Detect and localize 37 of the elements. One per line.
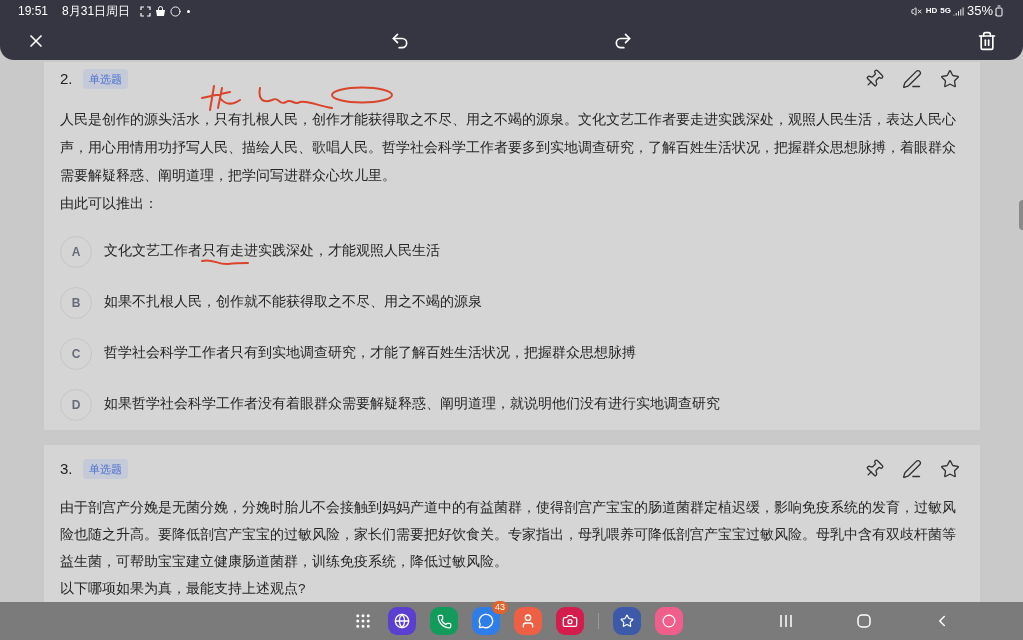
question-number: 3. [60,458,73,479]
game-app-icon[interactable] [613,607,641,635]
undo-button[interactable] [389,31,410,51]
recent-apps-icon[interactable] [779,614,793,628]
option-text: 如果不扎根人民，创作就不能获得取之不尽、用之不竭的源泉 [104,293,482,312]
browser-app-icon[interactable] [388,607,416,635]
battery-level: 35% [966,2,993,21]
camera-app-icon[interactable] [556,607,584,635]
question-prompt: 由此可以推出： [60,195,159,213]
status-date: 8月31日周日 [62,3,131,20]
question-stem: 人民是创作的源头活水，只有扎根人民，创作才能获得取之不尽、用之不竭的源泉。文化文艺工作者要走进实践深处，观照人民生活，表达人民心声，用心用情用功抒写人民、描绘人民、歌唱人民。哲学社会科学工作者要多到实地调查研究，了解百姓生活状况，把握群众思想脉搏，着眼群众需要解疑释惑、阐明道理，把学问写进群众心坎儿里。 [60,111,956,185]
redo-button[interactable] [613,31,634,51]
contacts-app-icon[interactable] [514,607,542,635]
scroll-handle[interactable] [1019,200,1023,230]
screenshot-icon [140,5,152,17]
signal-icon [952,5,964,17]
delete-button[interactable] [976,31,997,51]
phone-app-icon[interactable] [430,607,458,635]
question-type-tag: 单选题 [82,68,128,90]
handwriting-wavy-underline [200,258,250,266]
battery-icon [993,5,1005,17]
shopping-bag-icon [155,5,167,17]
hd-label: HD [925,5,938,17]
question-stem: 由于剖宫产分娩是无菌分娩，分娩时胎儿不会接触到妈妈产道中的有益菌群，使得剖宫产宝宝的肠道菌群定植迟缓，影响免疫系统的发育，过敏风险也随之升高。要降低剖宫产宝宝的过敏风险，家长们需要把好饮食关。专家指出，母乳喂养可降低剖宫产宝宝过敏风险。母乳中含有双歧杆菌等益生菌，可帮助宝宝建立健康肠道菌群，训练免疫系统，降低过敏风险。 [60,499,956,571]
question-type-tag: 单选题 [82,458,128,480]
home-icon[interactable] [857,614,871,628]
video-app-icon[interactable] [655,607,683,635]
question-number: 2. [60,68,73,89]
status-time: 19:51 [18,3,49,20]
app-drawer-button[interactable] [354,612,372,630]
network-label: 5G [940,5,951,17]
option-text: 哲学社会科学工作者只有到实地调查研究，才能了解百姓生活状况，把握群众思想脉搏 [104,344,636,363]
mute-icon [910,5,922,17]
option-text: 如果哲学社会科学工作者没有着眼群众需要解疑释惑、阐明道理，就说明他们没有进行实地调查研究 [104,395,720,414]
question-prompt: 以下哪项如果为真，最能支持上述观点? [60,580,307,598]
handwriting-circle [330,86,394,104]
option-text: 文化文艺工作者只有走进实践深处，才能观照人民生活 [104,242,440,261]
